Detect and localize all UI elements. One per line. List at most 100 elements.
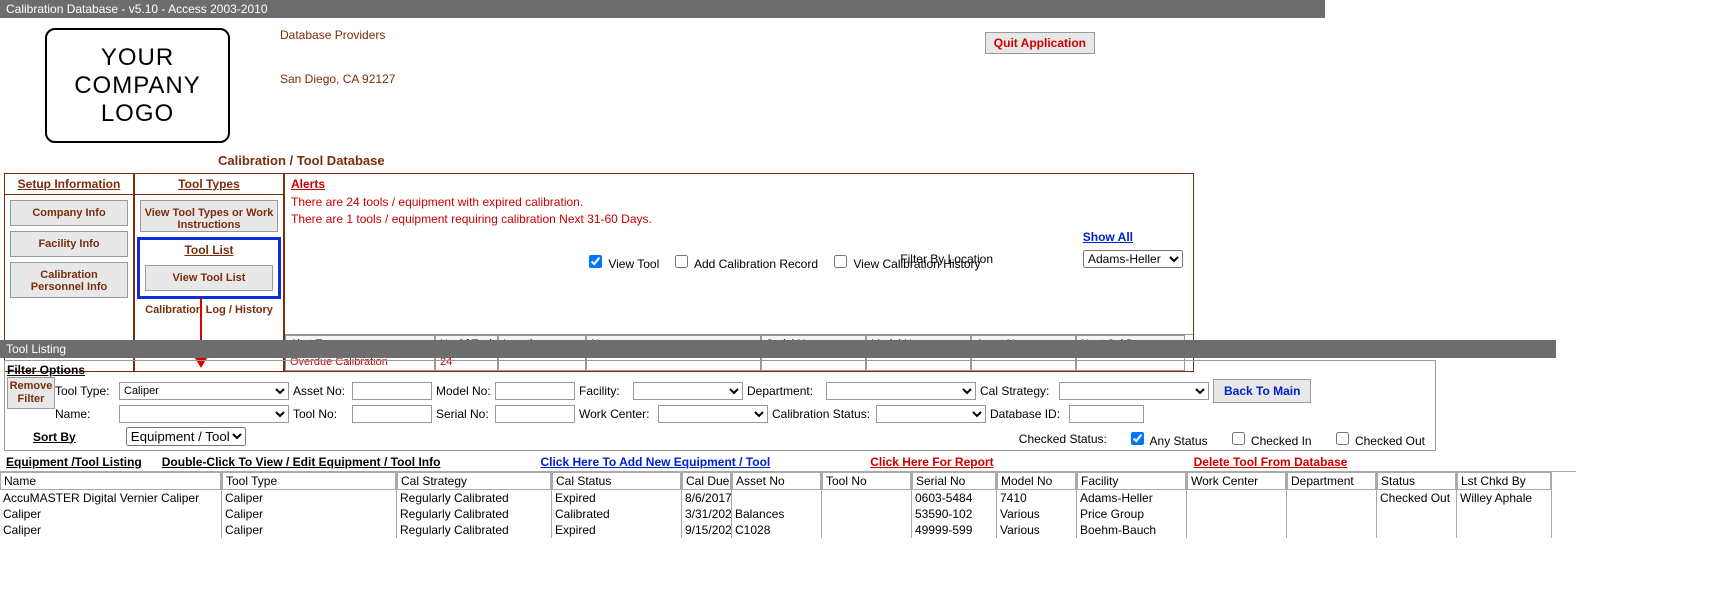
grid-cell[interactable]: [1187, 490, 1286, 506]
checked-out-checkbox[interactable]: [1336, 432, 1349, 445]
any-status-checkbox[interactable]: [1131, 432, 1144, 445]
calibration-status-select[interactable]: [876, 405, 986, 423]
model-no-input[interactable]: [495, 382, 575, 400]
facility-select[interactable]: [633, 382, 743, 400]
show-all-link[interactable]: Show All: [1083, 230, 1133, 244]
grid-cell[interactable]: [732, 490, 821, 506]
grid-header[interactable]: Tool No: [822, 472, 911, 490]
filter-options-panel: Filter Options Remove Filter Tool Type: …: [4, 360, 1436, 451]
calibration-personnel-info-button[interactable]: Calibration Personnel Info: [10, 262, 128, 298]
delete-tool-link[interactable]: Delete Tool From Database: [1194, 455, 1348, 469]
grid-cell[interactable]: Price Group: [1077, 506, 1186, 522]
tool-grid: NameAccuMASTER Digital Vernier CaliperCa…: [0, 471, 1576, 538]
grid-cell[interactable]: Caliper: [222, 522, 396, 538]
view-tool-types-button[interactable]: View Tool Types or Work Instructions: [140, 200, 278, 232]
name-select[interactable]: [119, 405, 289, 423]
checked-in-checkbox[interactable]: [1232, 432, 1245, 445]
grid-cell[interactable]: 53590-102: [912, 506, 996, 522]
grid-cell[interactable]: [822, 506, 911, 522]
grid-cell[interactable]: Balances: [732, 506, 821, 522]
grid-header[interactable]: Department: [1287, 472, 1376, 490]
grid-header[interactable]: Status: [1377, 472, 1456, 490]
view-calibration-history-checkbox[interactable]: [834, 255, 847, 268]
grid-cell[interactable]: 0603-5484: [912, 490, 996, 506]
grid-header[interactable]: Cal Due: [682, 472, 731, 490]
grid-cell[interactable]: C1028: [732, 522, 821, 538]
grid-cell[interactable]: [1457, 506, 1551, 522]
grid-cell[interactable]: [822, 490, 911, 506]
grid-cell[interactable]: Caliper: [0, 506, 221, 522]
grid-cell[interactable]: [822, 522, 911, 538]
tool-type-select[interactable]: Caliper: [119, 382, 289, 400]
filter-by-location-select[interactable]: Adams-Heller: [1083, 250, 1183, 268]
grid-cell[interactable]: [1377, 522, 1456, 538]
grid-header[interactable]: Cal Strategy: [397, 472, 551, 490]
grid-cell[interactable]: Boehm-Bauch: [1077, 522, 1186, 538]
grid-cell[interactable]: [1377, 506, 1456, 522]
checked-in-checkbox-wrap[interactable]: Checked In: [1228, 429, 1312, 448]
grid-cell[interactable]: Expired: [552, 490, 681, 506]
remove-filter-button[interactable]: Remove Filter: [7, 377, 55, 409]
view-calibration-history-checkbox-wrap[interactable]: View Calibration History: [830, 252, 981, 271]
grid-header[interactable]: Lst Chkd By: [1457, 472, 1551, 490]
grid-cell[interactable]: [1187, 522, 1286, 538]
facility-info-button[interactable]: Facility Info: [10, 231, 128, 257]
grid-cell[interactable]: Expired: [552, 522, 681, 538]
grid-cell[interactable]: 9/15/2021: [682, 522, 731, 538]
grid-header[interactable]: Name: [0, 472, 221, 490]
grid-cell[interactable]: [1287, 522, 1376, 538]
view-tool-checkbox-wrap[interactable]: View Tool: [585, 252, 659, 271]
grid-cell[interactable]: [1287, 490, 1376, 506]
checked-out-checkbox-wrap[interactable]: Checked Out: [1332, 429, 1425, 448]
grid-cell[interactable]: Regularly Calibrated: [397, 522, 551, 538]
tool-types-header: Tool Types: [135, 174, 283, 195]
grid-cell[interactable]: Adams-Heller: [1077, 490, 1186, 506]
grid-header[interactable]: Work Center: [1187, 472, 1286, 490]
grid-header[interactable]: Facility: [1077, 472, 1186, 490]
grid-cell[interactable]: Checked Out: [1377, 490, 1456, 506]
grid-header[interactable]: Cal Status: [552, 472, 681, 490]
asset-no-input[interactable]: [352, 382, 432, 400]
grid-cell[interactable]: Various: [997, 522, 1076, 538]
grid-cell[interactable]: Various: [997, 506, 1076, 522]
serial-no-input[interactable]: [495, 405, 575, 423]
calibration-log-history-link[interactable]: Calibration Log / History: [135, 301, 283, 319]
database-id-input[interactable]: [1069, 405, 1144, 423]
back-to-main-button[interactable]: Back To Main: [1213, 379, 1311, 403]
department-select[interactable]: [826, 382, 976, 400]
grid-cell[interactable]: 7410: [997, 490, 1076, 506]
grid-cell[interactable]: Regularly Calibrated: [397, 490, 551, 506]
click-here-for-report-link[interactable]: Click Here For Report: [870, 455, 993, 469]
grid-header[interactable]: Model No: [997, 472, 1076, 490]
view-tool-checkbox[interactable]: [589, 255, 602, 268]
grid-cell[interactable]: 3/31/2022: [682, 506, 731, 522]
grid-cell[interactable]: Caliper: [222, 506, 396, 522]
quit-application-button[interactable]: Quit Application: [985, 32, 1095, 54]
company-info-button[interactable]: Company Info: [10, 200, 128, 226]
add-new-equipment-link[interactable]: Click Here To Add New Equipment / Tool: [540, 455, 770, 469]
grid-cell[interactable]: 8/6/2017: [682, 490, 731, 506]
add-calibration-record-checkbox-wrap[interactable]: Add Calibration Record: [671, 252, 818, 271]
grid-cell[interactable]: [1287, 506, 1376, 522]
add-calibration-record-checkbox[interactable]: [675, 255, 688, 268]
grid-cell[interactable]: Caliper: [0, 522, 221, 538]
grid-cell[interactable]: [1457, 522, 1551, 538]
grid-header[interactable]: Asset No: [732, 472, 821, 490]
grid-cell[interactable]: Caliper: [222, 490, 396, 506]
grid-cell[interactable]: AccuMASTER Digital Vernier Caliper: [0, 490, 221, 506]
view-tool-list-button[interactable]: View Tool List: [145, 265, 273, 291]
checked-in-label: Checked In: [1251, 434, 1312, 448]
work-center-select[interactable]: [658, 405, 768, 423]
sort-by-select[interactable]: Equipment / Tool: [126, 427, 246, 446]
cal-strategy-select[interactable]: [1059, 382, 1209, 400]
grid-cell[interactable]: Willey Aphale: [1457, 490, 1551, 506]
any-status-checkbox-wrap[interactable]: Any Status: [1127, 429, 1208, 448]
grid-cell[interactable]: Regularly Calibrated: [397, 506, 551, 522]
grid-cell[interactable]: Calibrated: [552, 506, 681, 522]
grid-header[interactable]: Serial No: [912, 472, 996, 490]
grid-header[interactable]: Tool Type: [222, 472, 396, 490]
logo-line: LOGO: [101, 100, 174, 128]
grid-cell[interactable]: [1187, 506, 1286, 522]
tool-no-input[interactable]: [352, 405, 432, 423]
grid-cell[interactable]: 49999-599: [912, 522, 996, 538]
